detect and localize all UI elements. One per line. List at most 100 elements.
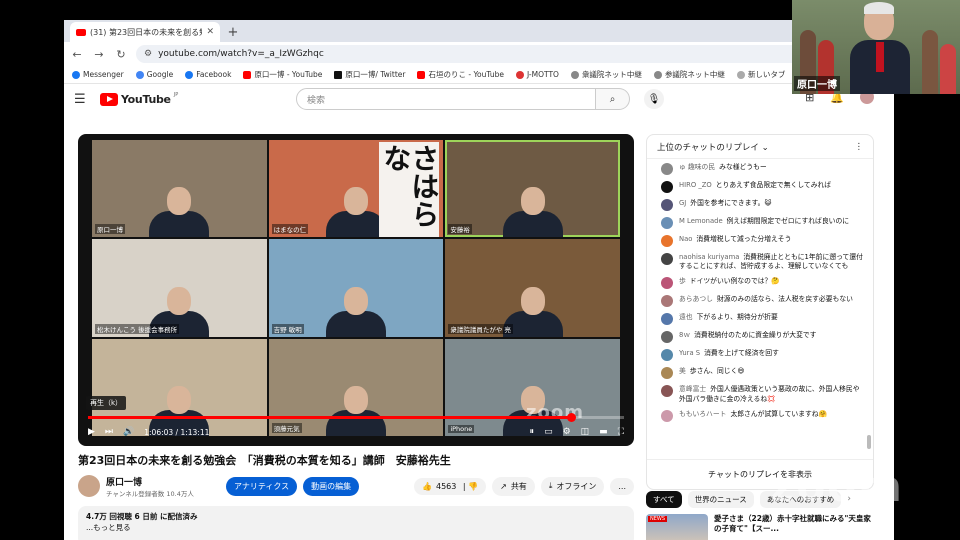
chat-message: 遠也 下がるより、期待分が折要 [661,313,865,326]
chat-author: ゅ 趣味の民 [679,163,716,171]
bookmark-youtube-haraguchi[interactable]: 原口一博 - YouTube [243,69,322,80]
close-icon[interactable]: ✕ [206,27,214,37]
play-icon[interactable]: ▶ [88,427,95,437]
facebook-icon [185,70,194,79]
chat-author: 美 [679,367,686,376]
chat-message: HIRO _ZO とりあえず食品限定で無くしてみれば [661,181,865,193]
chip-world-news[interactable]: 世界のニュース [687,490,754,508]
video-thumbnail[interactable]: NEWS [646,514,709,540]
bookmark-facebook[interactable]: Facebook [185,70,231,79]
thumbs-up-icon: 👍 [422,481,432,491]
miniplayer-icon[interactable]: ◫ [581,427,590,437]
edit-video-button[interactable]: 動画の編集 [303,476,360,496]
more-actions-button[interactable]: ... [610,477,634,495]
chat-text: 下がるより、期待分が折要 [696,313,778,322]
view-stats: 4.7万 回視聴 6 日前 に配信済み [86,512,198,521]
bookmark-twitter[interactable]: 原口一博/ Twitter [334,69,405,80]
channel-avatar[interactable] [78,475,100,497]
fullscreen-icon[interactable]: ⛶ [618,427,624,437]
chat-author: 8ｗ [679,331,691,340]
chat-list: ゅ 趣味の民 みな様どうもー HIRO _ZO とりあえず食品限定で無くしてみれば GJ… [647,159,873,422]
chat-message: 歩ドイツがいい例なのでは？🤔 [661,277,865,290]
video-tile: 吉野 敏明 [268,239,444,337]
pause-autoplay-icon[interactable]: ⏸ [530,427,535,437]
chat-author: 意峰富士 [679,385,707,394]
zoom-self-view: 原口一博 [792,0,960,94]
globe-icon [570,70,579,79]
bookmark-google[interactable]: Google [135,70,173,79]
youtube-logo[interactable]: YouTube JP [100,92,178,106]
chat-message: ゅ 趣味の民 みな様どうもー [661,163,865,175]
new-tab-button[interactable]: + [224,23,242,41]
chat-message: naohisa kuriyama 消費税廃止とともに1年前に遡って還付することにす… [661,253,865,271]
video-tile: 松木けんこう 後援会事務所 [92,239,267,337]
theater-icon[interactable]: ▬ [599,427,608,437]
chat-author: あらあつし [679,295,713,304]
chat-author: HIRO _ZO [679,181,712,189]
offline-button[interactable]: ⤓ オフライン [540,476,605,496]
description-box[interactable]: 4.7万 回視聴 6 日前 に配信済み ...もっと見る [78,506,634,540]
participant-figure [149,187,210,238]
thumbs-down-icon[interactable]: | 👎 [460,482,478,491]
bookmark-messenger[interactable]: Messenger [72,70,124,79]
participant-figure [502,187,563,238]
like-button[interactable]: 👍 4563 | 👎 [414,477,487,495]
bookmark-jmotto[interactable]: J-MOTTO [515,70,559,79]
chat-scrollbar[interactable] [867,435,871,449]
chat-text: とりあえず食品限定で無くしてみれば [715,181,832,189]
play-tooltip: 再生（k） [86,396,127,410]
recommended-video[interactable]: NEWS 愛子さま（22歳）赤十字社就職にみる"天皇家の子育て"【スー... [646,514,874,540]
settings-icon[interactable]: ⚙ [563,427,571,437]
jmotto-icon [515,70,524,79]
back-icon[interactable]: ← [70,48,84,61]
tab-bar: (31) 第23回日本の未来を創る勉... ✕ + [64,20,894,42]
google-icon [135,70,144,79]
search-input[interactable]: 検索 [296,88,596,110]
menu-icon[interactable]: ☰ [74,92,94,107]
recommended-title[interactable]: 愛子さま（22歳）赤十字社就職にみる"天皇家の子育て"【スー... [714,514,874,540]
chat-mode-dropdown[interactable]: 上位のチャットのリプレイ ⌄ [657,141,769,153]
chat-author: naohisa kuriyama [679,253,740,261]
analytics-button[interactable]: アナリティクス [226,476,298,496]
chat-message: Yura S 消費を上げて経済を回す [661,349,865,362]
chat-author: 遠也 [679,313,693,322]
chat-avatar [661,181,673,193]
video-player[interactable]: 原口一博 さはらな はまなの仁 安藤裕 松木けんこう 後援会事務所 吉野 敏明 衆議院議員た… [78,134,634,446]
subtitles-icon[interactable]: ▭ [544,427,553,437]
self-view-name: 原口一博 [794,76,840,91]
next-icon[interactable]: ⏭ [105,427,113,437]
video-tile [92,338,267,436]
channel-name[interactable]: 原口一博 [106,475,226,488]
mic-icon[interactable]: 🎙 [644,89,664,109]
tab-youtube[interactable]: (31) 第23回日本の未来を創る勉... ✕ [70,22,220,42]
chat-text: 歩さん、同じく😄 [689,367,745,376]
show-more-link[interactable]: ...もっと見る [86,522,626,533]
reload-icon[interactable]: ↻ [114,48,128,61]
chip-all[interactable]: すべて [646,490,682,508]
url-input[interactable]: ⚙ youtube.com/watch?v=_a_IzWGzhqc ⧉ ☆ [136,45,832,63]
bookmark-youtube-ishigaki[interactable]: 石垣のりこ - YouTube [417,69,504,80]
youtube-favicon-icon [76,28,86,36]
progress-bar[interactable] [88,413,624,422]
search-icon[interactable]: ⌕ [596,88,630,110]
chat-text: 消費を上げて経済を回す [704,349,779,358]
site-settings-icon[interactable]: ⚙ [144,49,152,59]
bookmark-shugiin[interactable]: 衆議院ネット中継 [570,69,642,80]
participant-name: はまなの仁 [271,224,309,235]
channel-row: 原口一博 チャンネル登録者数 10.4万人 アナリティクス 動画の編集 👍 456… [78,473,634,499]
chat-author: M Lemonade [679,217,723,225]
bookmark-sangiin[interactable]: 参議院ネット中継 [653,69,725,80]
forward-icon[interactable]: → [92,48,106,61]
chat-text: 財源のみの話なら、法人税を戻す必要もない [716,295,853,304]
chat-text: 消費増税して減った分増えそう [696,235,792,243]
chat-avatar [661,217,673,229]
chat-message: 8ｗ 消費税納付のために資金繰りが大変です [661,331,865,344]
more-icon[interactable]: ⋮ [855,142,864,152]
chat-text: 消費税納付のために資金繰りが大変です [694,331,817,340]
bookmark-newtab[interactable]: 新しいタブ [736,69,785,80]
chat-avatar [661,385,673,398]
share-button[interactable]: ↗ 共有 [492,476,535,496]
chat-message: ももいろハート 太郎さんが試算していますね🤗 [661,409,865,422]
volume-icon[interactable]: 🔊 [123,427,134,437]
chat-text: 例えば期間限定でゼロにすれば良いのに [726,217,850,225]
